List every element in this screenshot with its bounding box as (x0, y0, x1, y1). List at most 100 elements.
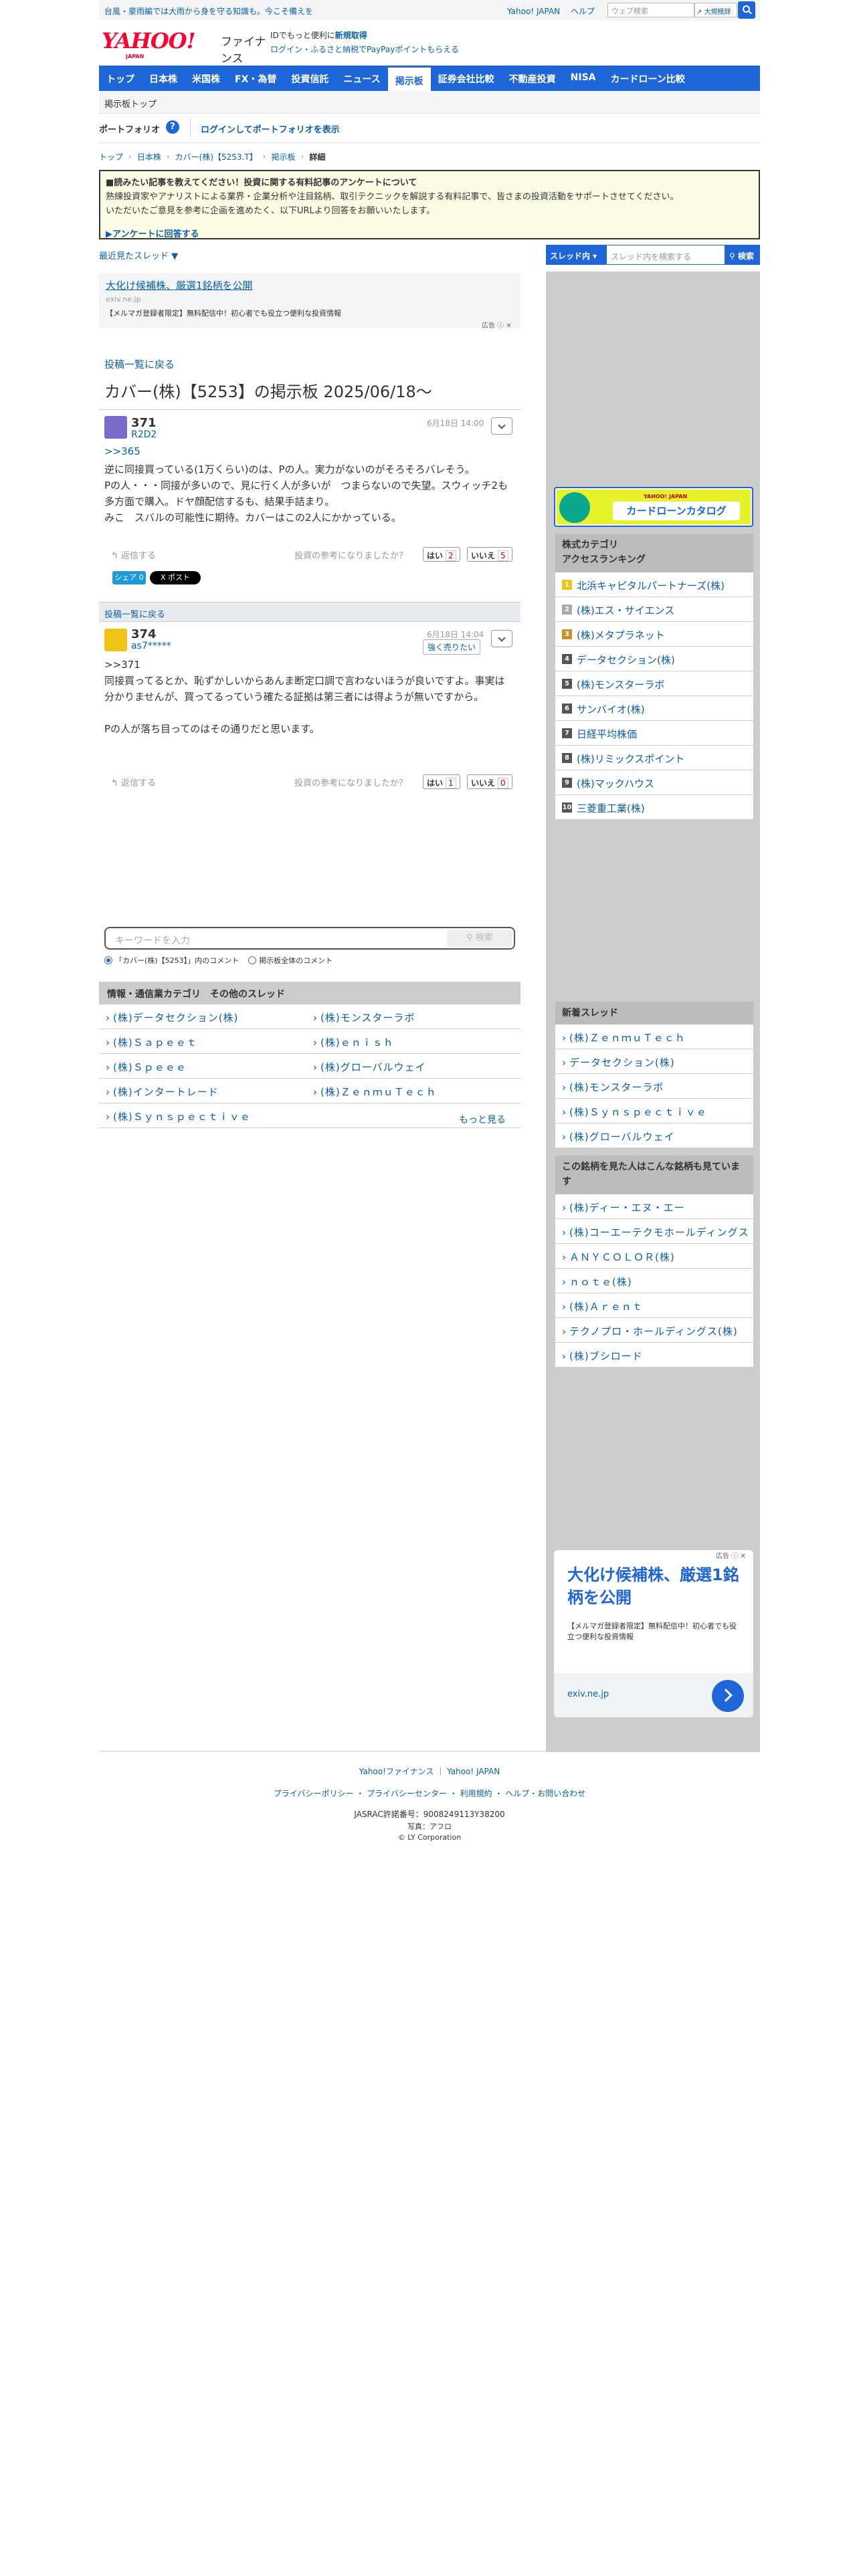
ad-label[interactable]: 広告 ⓘ ✕ (716, 1550, 746, 1560)
post-menu-button[interactable] (491, 417, 512, 435)
arrow-right-icon[interactable] (712, 1680, 744, 1712)
nav-item-4[interactable]: 投資信託 (284, 66, 336, 91)
ad-label[interactable]: 広告 ⓘ ✕ (482, 320, 512, 330)
thread-search-input[interactable]: キーワードを入力 ⚲ 検索 (104, 927, 515, 950)
web-search-input[interactable]: ウェブ検索 (607, 3, 694, 17)
right-search-button[interactable]: ⚲ 検索 (725, 245, 760, 265)
yahoo-japan-link[interactable]: Yahoo! JAPAN (507, 7, 560, 16)
facebook-share-button[interactable]: シェア 0 (112, 571, 146, 584)
breadcrumb-item[interactable]: 掲示板 (272, 151, 296, 163)
login-link[interactable]: ログイン・ふるさと納税でPayPayポイントもらえる (270, 43, 459, 55)
category-thread-link[interactable]: (株)Ｓｙｎｓｐｅｃｔｉｖｅ (106, 1109, 251, 1123)
category-thread-link[interactable]: (株)インタートレード (106, 1085, 219, 1099)
vote-no-button[interactable]: いいえ 5 (467, 547, 512, 562)
radio-thread-scope[interactable] (104, 956, 112, 964)
ranking-item[interactable]: 6 サンバイオ(株) (555, 696, 753, 721)
nav-item-1[interactable]: 日本株 (142, 66, 185, 91)
ranking-item[interactable]: 4 データセクション(株) (555, 647, 753, 671)
nav-item-5[interactable]: ニュース (336, 66, 387, 91)
post-user[interactable]: R2D2 (131, 429, 157, 440)
board-top-link[interactable]: 掲示板トップ (104, 97, 157, 110)
register-link[interactable]: 新規取得 (335, 31, 367, 40)
post-menu-button[interactable] (491, 630, 512, 647)
ranking-item[interactable]: 10 三菱重工業(株) (555, 795, 753, 820)
reply-anchor-link[interactable]: >>365 (104, 445, 140, 457)
footer-yahoo-link[interactable]: Yahoo! JAPAN (447, 1767, 500, 1776)
nav-item-8[interactable]: 不動産投資 (502, 66, 563, 91)
ranking-item[interactable]: 9 (株)マックハウス (555, 770, 753, 795)
ad-title[interactable]: 大化け候補株、厳選1銘柄を公開 (567, 1564, 741, 1609)
breadcrumb-item[interactable]: 日本株 (137, 151, 161, 163)
back-to-list-link[interactable]: 投稿一覧に戻る (104, 607, 165, 620)
more-link[interactable]: もっと見る (459, 1113, 506, 1126)
nav-item-2[interactable]: 米国株 (185, 66, 227, 91)
nav-item-6[interactable]: 掲示板 (387, 66, 431, 91)
promo-link[interactable]: 台風・豪雨編では大雨から身を守る知識も。今こそ備えを (104, 5, 313, 17)
ranking-item[interactable]: 5 (株)モンスターラボ (555, 671, 753, 696)
new-thread-item[interactable]: (株)Ｓｙｎｓｐｅｃｔｉｖｅ (555, 1099, 753, 1123)
back-to-list-link[interactable]: 投稿一覧に戻る (104, 357, 175, 371)
category-thread-link[interactable]: (株)データセクション(株) (106, 1010, 238, 1025)
nav-item-0[interactable]: トップ (99, 66, 142, 91)
new-thread-item[interactable]: データセクション(株) (555, 1049, 753, 1074)
yahoo-finance-logo[interactable]: YAHOO! ファイナンス JAPAN (99, 25, 266, 66)
footer-privacy-policy[interactable]: プライバシーポリシー (274, 1789, 354, 1798)
search-scope-dropdown[interactable]: スレッド内 ▾ (546, 245, 606, 265)
category-thread-link[interactable]: (株)Ｓａｐｅｅｔ (106, 1035, 197, 1049)
help-link[interactable]: ヘルプ (571, 7, 595, 16)
ranking-item[interactable]: 7 日経平均株価 (555, 721, 753, 746)
survey-link[interactable]: ▶アンケートに回答する (106, 227, 753, 239)
also-viewed-item[interactable]: (株)ディー・エヌ・エー (555, 1194, 753, 1219)
thread-search-button[interactable]: ⚲ 検索 (447, 930, 512, 947)
also-viewed-item[interactable]: (株)コーエーテクモホールディングス (555, 1219, 753, 1244)
card-loan-banner[interactable]: YAHOO! JAPAN カードローンカタログ (554, 487, 753, 527)
breadcrumb-item[interactable]: トップ (99, 151, 123, 163)
category-thread-link[interactable]: (株)ＺｅｎｍｕＴｅｃｈ (313, 1085, 437, 1099)
post-user[interactable]: as7***** (131, 641, 171, 651)
vote-yes-button[interactable]: はい 1 (423, 774, 460, 789)
ranking-item[interactable]: 2 (株)エス・サイエンス (555, 597, 753, 622)
new-thread-item[interactable]: (株)グローバルウェイ (555, 1123, 753, 1148)
nav-item-10[interactable]: カードローン比較 (603, 66, 692, 91)
avatar[interactable] (104, 629, 127, 651)
x-post-button[interactable]: X ポスト (150, 571, 201, 584)
nav-item-7[interactable]: 証券会社比較 (431, 66, 502, 91)
ranking-item[interactable]: 3 (株)メタプラネット (555, 622, 753, 647)
category-thread-link[interactable]: (株)Ｓｐｅｅｅ (106, 1060, 187, 1074)
footer-privacy-center[interactable]: プライバシーセンター (367, 1789, 447, 1798)
radio-board-scope[interactable] (248, 956, 257, 964)
category-thread-link[interactable]: (株)グローバルウェイ (313, 1060, 426, 1074)
nav-item-9[interactable]: NISA (563, 66, 603, 91)
also-viewed-item[interactable]: ＡＮＹＣＯＬＯＲ(株) (555, 1244, 753, 1269)
web-search-button[interactable] (738, 1, 755, 19)
nav-item-3[interactable]: FX・為替 (227, 66, 284, 91)
also-viewed-item[interactable]: (株)Ａｒｅｎｔ (555, 1293, 753, 1318)
recent-threads-toggle[interactable]: 最近見たスレッド ▼ (99, 249, 178, 261)
new-thread-item[interactable]: (株)ＺｅｎｍｕＴｅｃｈ (555, 1025, 753, 1049)
ad-title[interactable]: 大化け候補株、厳選1銘柄を公開 (106, 278, 514, 292)
footer-help[interactable]: ヘルプ・お問い合わせ (505, 1789, 585, 1798)
also-viewed-item[interactable]: (株)ブシロード (555, 1343, 753, 1368)
new-thread-item[interactable]: (株)モンスターラボ (555, 1074, 753, 1099)
ranking-item[interactable]: 8 (株)リミックスポイント (555, 746, 753, 770)
footer-terms[interactable]: 利用規約 (460, 1789, 492, 1798)
vote-yes-button[interactable]: はい 2 (423, 547, 460, 562)
footer-finance-link[interactable]: Yahoo!ファイナンス (359, 1767, 434, 1776)
also-viewed-item[interactable]: テクノプロ・ホールディングス(株) (555, 1318, 753, 1343)
avatar[interactable] (104, 416, 127, 439)
right-search-input[interactable]: スレッド内を検索する (606, 245, 725, 265)
vote-no-button[interactable]: いいえ 0 (467, 774, 512, 789)
dictionary-toggle[interactable]: ↗ 大規模辞 (694, 3, 737, 17)
reply-button[interactable]: ↰ 返信する (111, 548, 156, 561)
reply-icon: ↰ (111, 551, 118, 561)
category-thread-link[interactable]: (株)ｅｎｉｓｈ (313, 1035, 394, 1049)
breadcrumb-item[interactable]: カバー(株)【5253.T】 (175, 151, 258, 163)
reply-button[interactable]: ↰ 返信する (111, 776, 156, 788)
ranking-item[interactable]: 1 北浜キャピタルパートナーズ(株) (555, 572, 753, 597)
sidebar-ad[interactable]: 大化け候補株、厳選1銘柄を公開 【メルマガ登録者限定】無料配信中！初心者でも役立… (554, 1550, 753, 1717)
category-thread-link[interactable]: (株)モンスターラボ (313, 1010, 415, 1025)
ad-banner[interactable]: 大化け候補株、厳選1銘柄を公開 exiv.ne.jp 【メルマガ登録者限定】無料… (99, 273, 520, 328)
portfolio-login-link[interactable]: ログインしてポートフォリオを表示 (201, 122, 340, 135)
help-icon[interactable]: ? (166, 120, 179, 134)
also-viewed-item[interactable]: ｎｏｔｅ(株) (555, 1269, 753, 1293)
